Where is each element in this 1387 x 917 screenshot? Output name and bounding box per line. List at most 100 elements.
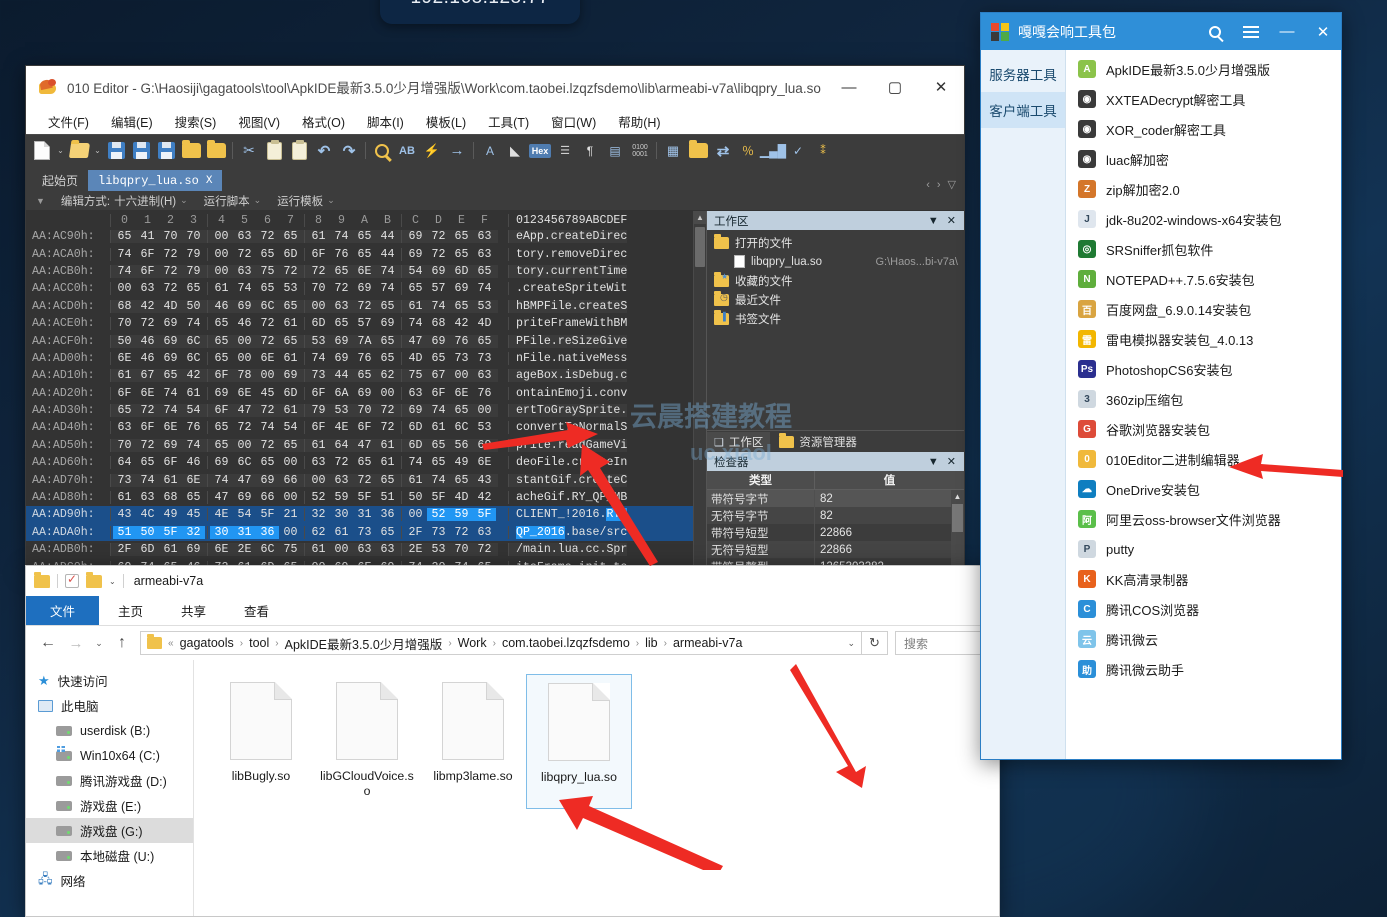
hex-byte[interactable]: 65 <box>113 404 136 417</box>
hex-byte[interactable]: 6D <box>404 421 427 434</box>
hex-row[interactable]: AA:AD00h:6E46696C65006E61746976654D65737… <box>26 350 693 367</box>
hex-byte[interactable]: 72 <box>159 265 182 278</box>
hex-byte[interactable]: 47 <box>353 439 376 452</box>
hex-byte[interactable]: 46 <box>182 456 205 469</box>
hex-byte[interactable]: 67 <box>427 369 450 382</box>
line-view-icon[interactable]: ▤ <box>603 138 627 164</box>
hex-byte[interactable]: 6E <box>159 421 182 434</box>
hex-byte[interactable]: 79 <box>182 265 205 278</box>
hex-byte[interactable]: 6C <box>256 543 279 556</box>
hex-byte[interactable]: 36 <box>376 508 399 521</box>
hex-byte[interactable]: 79 <box>182 248 205 261</box>
hex-row[interactable]: AA:AD70h:7374616E74476966006372656174654… <box>26 471 693 488</box>
hex-byte[interactable]: 69 <box>159 439 182 452</box>
hex-byte[interactable]: 65 <box>210 335 233 348</box>
hex-byte[interactable]: 6F <box>210 404 233 417</box>
run-script-button[interactable]: 运行脚本 <box>204 193 250 209</box>
sidebar-item-drive-icon[interactable]: 本地磁盘 (U:) <box>26 843 193 868</box>
hex-row-ascii[interactable]: ontainEmoji.conv <box>508 387 627 400</box>
hex-byte[interactable]: 4D <box>159 300 182 313</box>
hex-byte[interactable]: 69 <box>404 248 427 261</box>
toolbox-item[interactable]: 0010Editor二进制编辑器 <box>1066 444 1341 474</box>
hex-byte[interactable]: 68 <box>159 491 182 504</box>
hex-row-ascii[interactable]: acheGif.RY_QP_MB <box>508 491 627 504</box>
hex-row[interactable]: AA:ACD0h:68424D5046696C65006372656174655… <box>26 298 693 315</box>
hex-byte[interactable]: 61 <box>307 439 330 452</box>
hex-byte[interactable]: 69 <box>256 474 279 487</box>
hex-byte[interactable]: 70 <box>353 404 376 417</box>
hex-byte[interactable]: 69 <box>159 352 182 365</box>
hex-byte[interactable]: 65 <box>404 282 427 295</box>
hex-byte[interactable]: 72 <box>256 404 279 417</box>
new-file-dropdown-icon[interactable]: ⌄ <box>55 146 66 155</box>
menu-item-help[interactable]: 帮助(H) <box>618 112 660 131</box>
hex-byte[interactable]: 54 <box>279 421 302 434</box>
hex-byte[interactable]: 00 <box>210 248 233 261</box>
editor-close-button[interactable]: ✕ <box>918 66 964 108</box>
hex-byte[interactable]: 51 <box>376 491 399 504</box>
hex-byte[interactable]: 69 <box>233 491 256 504</box>
hex-byte[interactable]: 72 <box>427 230 450 243</box>
nav-forward-button[interactable]: → <box>62 630 90 656</box>
hex-byte[interactable]: 65 <box>376 474 399 487</box>
hex-byte[interactable]: 5F <box>159 526 182 539</box>
hex-row[interactable]: AA:AC90h:6541707000637265617465446972656… <box>26 228 693 245</box>
hex-byte[interactable]: 74 <box>404 456 427 469</box>
inspector-close-icon[interactable]: ✕ <box>943 455 960 468</box>
hex-byte[interactable]: 6F <box>136 265 159 278</box>
inspector-rows[interactable]: 带符号字节82无符号字节82带符号短型22866无符号短型22866带符号整型1… <box>707 490 964 569</box>
hex-content[interactable]: 0123456789ABCDEF 0123456789ABCDEF AA:AC9… <box>26 211 693 569</box>
hex-byte[interactable]: 6E <box>233 387 256 400</box>
hex-row[interactable]: AA:ACC0h:0063726561746553707269746557697… <box>26 280 693 297</box>
menu-item-search[interactable]: 搜索(S) <box>175 112 217 131</box>
hex-row[interactable]: AA:ADA0h:51505F3230313600626173652F73726… <box>26 524 693 541</box>
hex-byte[interactable]: 61 <box>376 439 399 452</box>
hex-byte[interactable]: 50 <box>404 491 427 504</box>
hex-byte[interactable]: 72 <box>427 248 450 261</box>
hex-row-ascii[interactable]: CLIENT_!2016.RY_ <box>508 508 627 521</box>
workspace-close-icon[interactable]: ✕ <box>943 214 960 227</box>
hex-byte[interactable]: 74 <box>427 404 450 417</box>
hex-byte[interactable]: 6E <box>256 352 279 365</box>
compare-icon[interactable]: ⇄ <box>711 138 735 164</box>
hex-byte[interactable]: 6D <box>279 248 302 261</box>
hex-byte[interactable]: 36 <box>256 526 279 539</box>
hex-byte[interactable]: 4D <box>404 352 427 365</box>
hex-byte[interactable]: 74 <box>136 474 159 487</box>
toolbox-item[interactable]: ☁OneDrive安装包 <box>1066 474 1341 504</box>
hex-byte[interactable]: 72 <box>159 248 182 261</box>
hex-byte[interactable]: 50 <box>182 300 205 313</box>
hex-byte[interactable]: 61 <box>427 421 450 434</box>
hex-byte[interactable]: 46 <box>136 335 159 348</box>
hex-byte[interactable]: 61 <box>330 526 353 539</box>
hex-byte[interactable]: 69 <box>159 335 182 348</box>
open-folder-button[interactable] <box>179 138 203 164</box>
hex-byte[interactable]: 00 <box>376 387 399 400</box>
hex-byte[interactable]: 42 <box>450 317 473 330</box>
hex-byte[interactable]: 74 <box>159 387 182 400</box>
ribbon-tab-home[interactable]: 主页 <box>99 596 162 625</box>
hex-byte[interactable]: 50 <box>113 335 136 348</box>
hex-byte[interactable]: 69 <box>353 387 376 400</box>
hex-row-ascii[interactable]: priteFrameWithBM <box>508 317 627 330</box>
toolbox-item[interactable]: 百百度网盘_6.9.0.14安装包 <box>1066 294 1341 324</box>
hex-byte[interactable]: 76 <box>450 335 473 348</box>
hex-byte[interactable]: 65 <box>473 335 496 348</box>
hex-byte[interactable]: 61 <box>279 352 302 365</box>
hex-byte[interactable]: 66 <box>256 491 279 504</box>
dock-tab-workspace[interactable]: ❑ 工作区 <box>707 432 770 452</box>
hex-byte[interactable]: 4E <box>210 508 233 521</box>
hex-row[interactable]: AA:AD20h:6F6E7461696E456D6F6A6900636F6E7… <box>26 385 693 402</box>
hex-byte[interactable]: 72 <box>256 439 279 452</box>
hex-byte[interactable]: 00 <box>307 300 330 313</box>
hex-byte[interactable]: 74 <box>404 317 427 330</box>
hex-byte[interactable]: 74 <box>113 248 136 261</box>
hex-byte[interactable]: 4D <box>473 317 496 330</box>
hex-byte[interactable]: 72 <box>450 526 473 539</box>
color-picker-icon[interactable]: ◣ <box>503 138 527 164</box>
hex-byte[interactable]: 63 <box>307 456 330 469</box>
hex-byte[interactable]: 2F <box>404 526 427 539</box>
hex-byte[interactable]: 53 <box>473 300 496 313</box>
toolbox-item[interactable]: ◎SRSniffer抓包软件 <box>1066 234 1341 264</box>
hex-byte[interactable]: 54 <box>182 404 205 417</box>
